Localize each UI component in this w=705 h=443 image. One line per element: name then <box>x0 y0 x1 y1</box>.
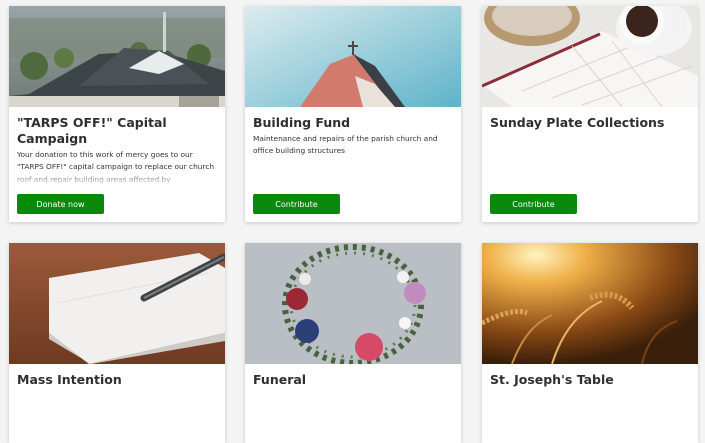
calendar-coffee-image[interactable] <box>482 6 698 107</box>
card-title: Sunday Plate Collections <box>490 115 665 130</box>
card-title: Building Fund <box>253 115 351 130</box>
card-sunday-plate[interactable]: Sunday Plate Collections Contribute <box>482 6 698 222</box>
flower-wreath-image[interactable] <box>245 243 461 364</box>
donate-now-button[interactable]: Donate now <box>17 194 104 214</box>
card-tarps-off[interactable]: "TARPS OFF!" Capital Campaign Your donat… <box>9 6 225 222</box>
card-description: Your donation to this work of mercy goes… <box>17 149 217 186</box>
contribute-button[interactable]: Contribute <box>490 194 577 214</box>
card-title: "TARPS OFF!" Capital Campaign <box>17 115 167 146</box>
card-description: Maintenance and repairs of the parish ch… <box>253 134 438 156</box>
notebook-pen-image[interactable] <box>9 243 225 364</box>
card-title: Mass Intention <box>17 372 122 387</box>
card-mass-intention[interactable]: Mass Intention <box>9 243 225 443</box>
card-funeral[interactable]: Funeral <box>245 243 461 443</box>
church-rooftop-image[interactable] <box>9 6 225 107</box>
contribute-button[interactable]: Contribute <box>253 194 340 214</box>
card-title: St. Joseph's Table <box>490 372 614 387</box>
card-st-josephs-table[interactable]: St. Joseph's Table <box>482 243 698 443</box>
card-title: Funeral <box>253 372 307 387</box>
card-building-fund[interactable]: Building Fund Maintenance and repairs of… <box>245 6 461 222</box>
fundraising-card-grid: "TARPS OFF!" Capital Campaign Your donat… <box>0 0 705 443</box>
steeple-image[interactable] <box>245 6 461 107</box>
wheat-field-image[interactable] <box>482 243 698 364</box>
